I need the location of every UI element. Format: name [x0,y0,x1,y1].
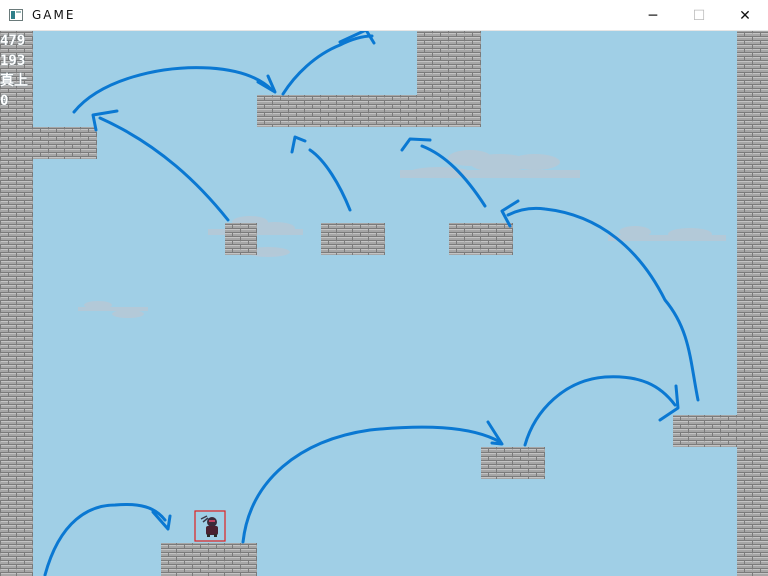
route-arrow [72,66,274,114]
brick-platform-top-center [257,95,481,127]
brick-platform-right-ledge [673,415,768,447]
route-arrow-head [290,135,307,154]
player-character [194,510,226,542]
route-arrow [308,148,352,212]
window-title: GAME [32,8,76,22]
cloud [400,150,580,178]
hud-x-value: 479 [0,33,26,49]
brick-platform-small-1 [225,223,257,255]
maximize-icon: ☐ [692,7,706,24]
close-icon: ✕ [739,7,751,24]
minimize-button[interactable]: ─ [630,0,676,31]
debug-hud: 479 193 真上 0 [0,31,28,111]
route-arrow [43,503,167,576]
right-wall [737,31,768,576]
brick-pillar-top [417,31,481,95]
brick-platform-start [161,543,257,576]
brick-platform-middle-right [481,447,545,479]
hud-counter: 0 [0,93,9,109]
minimize-icon: ─ [648,7,658,24]
hud-y-value: 193 [0,53,26,69]
maximize-button[interactable]: ☐ [676,0,722,31]
route-arrow [523,375,677,447]
route-arrow [241,425,502,544]
game-canvas[interactable]: 479 193 真上 0 [0,31,768,576]
app-icon [9,9,23,21]
window-titlebar: GAME ─ ☐ ✕ [0,0,768,31]
brick-platform-small-3 [449,223,513,255]
cloud [608,226,726,241]
brick-platform-small-2 [321,223,385,255]
route-arrow [98,116,230,222]
route-arrow [281,34,374,96]
game-scene [0,31,768,576]
brick-platform-top-left [0,127,97,159]
hud-direction: 真上 [0,73,28,89]
left-wall [0,31,33,576]
cloud [78,301,148,318]
close-button[interactable]: ✕ [722,0,768,31]
